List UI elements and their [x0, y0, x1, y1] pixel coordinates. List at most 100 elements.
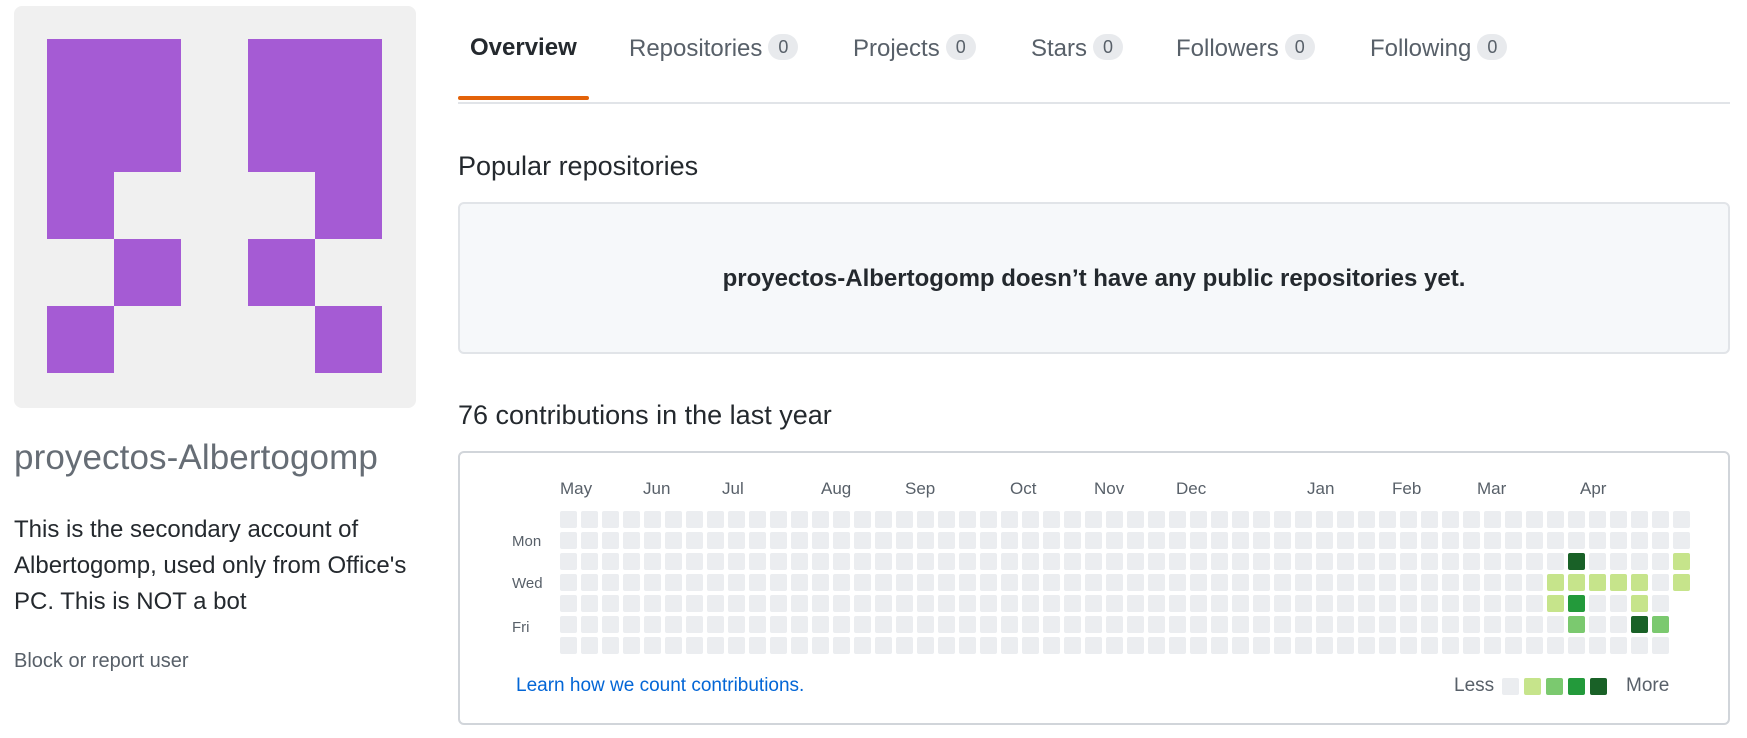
contribution-day-cell[interactable]	[1253, 574, 1270, 591]
contribution-day-cell[interactable]	[1505, 637, 1522, 654]
contribution-day-cell[interactable]	[1631, 616, 1648, 633]
contribution-day-cell[interactable]	[1127, 553, 1144, 570]
contribution-day-cell[interactable]	[623, 616, 640, 633]
contribution-day-cell[interactable]	[1127, 595, 1144, 612]
contribution-day-cell[interactable]	[602, 532, 619, 549]
contribution-day-cell[interactable]	[1190, 553, 1207, 570]
contribution-day-cell[interactable]	[1631, 511, 1648, 528]
contribution-day-cell[interactable]	[938, 616, 955, 633]
contribution-day-cell[interactable]	[1106, 595, 1123, 612]
contribution-day-cell[interactable]	[1337, 637, 1354, 654]
contribution-day-cell[interactable]	[938, 574, 955, 591]
contribution-day-cell[interactable]	[1379, 637, 1396, 654]
contribution-day-cell[interactable]	[644, 532, 661, 549]
contribution-day-cell[interactable]	[1106, 574, 1123, 591]
contribution-day-cell[interactable]	[896, 532, 913, 549]
contribution-day-cell[interactable]	[1148, 511, 1165, 528]
contribution-day-cell[interactable]	[1589, 553, 1606, 570]
contribution-day-cell[interactable]	[749, 532, 766, 549]
contribution-day-cell[interactable]	[833, 616, 850, 633]
contribution-day-cell[interactable]	[686, 637, 703, 654]
contribution-day-cell[interactable]	[1211, 595, 1228, 612]
contribution-day-cell[interactable]	[1085, 595, 1102, 612]
contribution-day-cell[interactable]	[665, 616, 682, 633]
contribution-day-cell[interactable]	[1484, 637, 1501, 654]
contribution-day-cell[interactable]	[770, 616, 787, 633]
contribution-day-cell[interactable]	[980, 637, 997, 654]
contribution-day-cell[interactable]	[1043, 595, 1060, 612]
contribution-day-cell[interactable]	[833, 637, 850, 654]
contribution-day-cell[interactable]	[1442, 511, 1459, 528]
contribution-day-cell[interactable]	[602, 574, 619, 591]
contribution-day-cell[interactable]	[1316, 616, 1333, 633]
contribution-day-cell[interactable]	[854, 574, 871, 591]
contribution-day-cell[interactable]	[1085, 616, 1102, 633]
contribution-day-cell[interactable]	[1484, 616, 1501, 633]
contribution-day-cell[interactable]	[728, 637, 745, 654]
contribution-day-cell[interactable]	[602, 616, 619, 633]
contribution-day-cell[interactable]	[1463, 616, 1480, 633]
contribution-day-cell[interactable]	[1610, 616, 1627, 633]
contribution-day-cell[interactable]	[728, 595, 745, 612]
contribution-day-cell[interactable]	[749, 511, 766, 528]
contribution-day-cell[interactable]	[1169, 553, 1186, 570]
contribution-day-cell[interactable]	[1631, 574, 1648, 591]
contribution-day-cell[interactable]	[1484, 574, 1501, 591]
contribution-day-cell[interactable]	[644, 637, 661, 654]
contribution-day-cell[interactable]	[1484, 553, 1501, 570]
contribution-day-cell[interactable]	[1379, 511, 1396, 528]
contribution-day-cell[interactable]	[1526, 595, 1543, 612]
contribution-day-cell[interactable]	[1022, 595, 1039, 612]
contribution-day-cell[interactable]	[1148, 595, 1165, 612]
contribution-day-cell[interactable]	[1610, 532, 1627, 549]
contribution-day-cell[interactable]	[1232, 616, 1249, 633]
contribution-day-cell[interactable]	[959, 616, 976, 633]
contribution-day-cell[interactable]	[833, 595, 850, 612]
contribution-day-cell[interactable]	[1652, 616, 1669, 633]
contribution-day-cell[interactable]	[1085, 574, 1102, 591]
contribution-day-cell[interactable]	[560, 637, 577, 654]
contribution-day-cell[interactable]	[980, 511, 997, 528]
contribution-day-cell[interactable]	[686, 511, 703, 528]
contribution-day-cell[interactable]	[1358, 511, 1375, 528]
contribution-day-cell[interactable]	[980, 595, 997, 612]
contribution-day-cell[interactable]	[770, 637, 787, 654]
contribution-day-cell[interactable]	[602, 511, 619, 528]
contribution-day-cell[interactable]	[1400, 637, 1417, 654]
contribution-day-cell[interactable]	[959, 532, 976, 549]
contribution-day-cell[interactable]	[1610, 595, 1627, 612]
contribution-day-cell[interactable]	[1652, 574, 1669, 591]
contribution-day-cell[interactable]	[1316, 511, 1333, 528]
contribution-day-cell[interactable]	[1106, 511, 1123, 528]
contribution-day-cell[interactable]	[812, 595, 829, 612]
contribution-day-cell[interactable]	[1253, 511, 1270, 528]
contribution-day-cell[interactable]	[749, 616, 766, 633]
contribution-day-cell[interactable]	[1589, 637, 1606, 654]
contribution-day-cell[interactable]	[1001, 595, 1018, 612]
tab-overview[interactable]: Overview	[470, 34, 577, 100]
contribution-day-cell[interactable]	[1589, 574, 1606, 591]
contribution-day-cell[interactable]	[1022, 511, 1039, 528]
contribution-day-cell[interactable]	[1169, 616, 1186, 633]
contribution-day-cell[interactable]	[812, 553, 829, 570]
contribution-day-cell[interactable]	[770, 553, 787, 570]
contribution-day-cell[interactable]	[1211, 511, 1228, 528]
contribution-day-cell[interactable]	[1064, 574, 1081, 591]
contribution-day-cell[interactable]	[1211, 637, 1228, 654]
contribution-day-cell[interactable]	[791, 616, 808, 633]
contribution-day-cell[interactable]	[1190, 616, 1207, 633]
contribution-day-cell[interactable]	[1442, 574, 1459, 591]
contribution-day-cell[interactable]	[875, 553, 892, 570]
contribution-day-cell[interactable]	[1379, 574, 1396, 591]
contribution-day-cell[interactable]	[1064, 532, 1081, 549]
contribution-day-cell[interactable]	[1337, 553, 1354, 570]
contribution-day-cell[interactable]	[896, 553, 913, 570]
contribution-day-cell[interactable]	[560, 616, 577, 633]
contribution-day-cell[interactable]	[1316, 595, 1333, 612]
contribution-day-cell[interactable]	[1610, 553, 1627, 570]
contribution-day-cell[interactable]	[1547, 574, 1564, 591]
contribution-day-cell[interactable]	[875, 574, 892, 591]
contribution-day-cell[interactable]	[854, 616, 871, 633]
contribution-day-cell[interactable]	[623, 574, 640, 591]
contribution-day-cell[interactable]	[707, 637, 724, 654]
